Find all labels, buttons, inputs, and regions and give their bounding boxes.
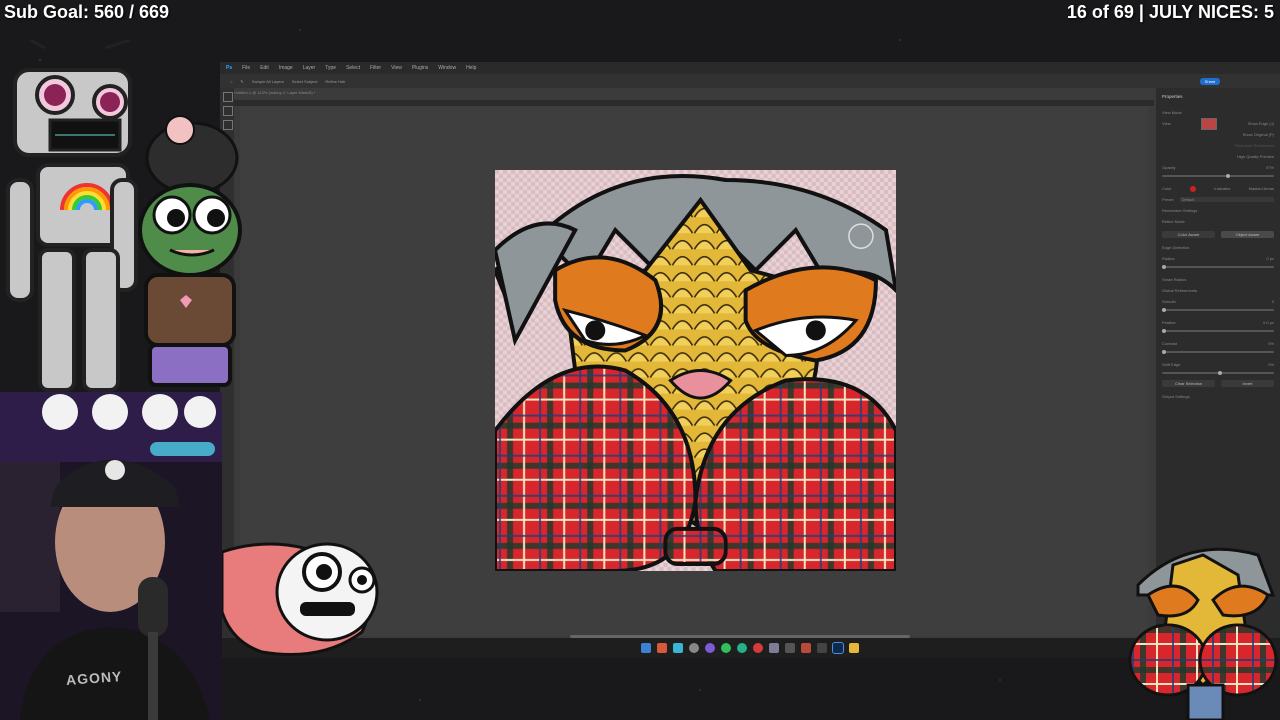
plaid-knot (663, 526, 728, 566)
menu-item-select[interactable]: Select (346, 65, 360, 71)
menu-item-edit[interactable]: Edit (260, 65, 269, 71)
smooth-value[interactable]: 0 (1272, 299, 1274, 304)
app-icon-10[interactable] (801, 643, 811, 653)
panel-title: Properties (1162, 94, 1183, 99)
menu-item-plugins[interactable]: Plugins (412, 65, 428, 71)
radius-slider[interactable] (1162, 265, 1274, 269)
remember-settings-checkbox[interactable]: Remember Settings (1162, 208, 1197, 213)
contrast-slider[interactable] (1162, 350, 1274, 354)
shift-edge-label: Shift Edge (1162, 362, 1181, 367)
share-button[interactable]: Share (1200, 78, 1220, 85)
app-icon-11[interactable] (817, 643, 827, 653)
menu-bar: Ps File Edit Image Layer Type Select Fil… (220, 62, 1280, 74)
color-label: Color (1162, 186, 1172, 191)
contrast-value[interactable]: 0% (1268, 341, 1274, 346)
photoshop-taskbar-icon[interactable] (832, 642, 844, 654)
radius-value[interactable]: 0 px (1266, 256, 1274, 261)
contrast-label: Contrast (1162, 341, 1178, 346)
show-original-checkbox[interactable]: Show Original (P) (1243, 132, 1274, 137)
preset-select[interactable]: Default (1179, 197, 1274, 202)
real-time-refinement-checkbox[interactable]: Real-time Refinement (1235, 143, 1274, 148)
menu-item-file[interactable]: File (242, 65, 250, 71)
indicates-select[interactable]: Masked Areas (1249, 186, 1274, 191)
sample-all-layers-checkbox[interactable]: Sample All Layers (252, 79, 284, 84)
fish-character (222, 542, 379, 656)
preset-label: Preset (1162, 197, 1174, 202)
color-aware-button[interactable]: Color Aware (1162, 231, 1215, 238)
indicates-label: Indicates (1214, 186, 1231, 191)
opacity-label: Opacity (1162, 165, 1176, 170)
sub-goal-overlay: Sub Goal: 560 / 669 (4, 2, 170, 22)
view-mode-label: View Mode (1162, 110, 1182, 115)
nices-counter-overlay: 16 of 69 | JULY NICES: 5 (1066, 2, 1274, 22)
refine-hair-button[interactable]: Refine Hair (325, 79, 345, 84)
global-refinements-label: Global Refinements (1162, 288, 1198, 293)
refine-mode-label: Refine Mode (1162, 219, 1185, 224)
app-icon-4[interactable] (705, 643, 715, 653)
select-subject-button[interactable]: Select Subject (292, 79, 318, 84)
robot-character (6, 40, 138, 392)
menu-item-image[interactable]: Image (279, 65, 293, 71)
app-icon-7[interactable] (753, 643, 763, 653)
smart-radius-checkbox[interactable]: Smart Radius (1162, 277, 1186, 282)
corn-character (1128, 547, 1278, 720)
app-icon-9[interactable] (785, 643, 795, 653)
menu-item-window[interactable]: Window (438, 65, 456, 71)
menu-item-view[interactable]: View (391, 65, 402, 71)
menu-item-filter[interactable]: Filter (370, 65, 381, 71)
feather-slider[interactable] (1162, 329, 1274, 333)
color-swatch[interactable] (1189, 185, 1196, 192)
app-icon-2[interactable] (673, 643, 683, 653)
artwork-canvas[interactable] (495, 170, 896, 571)
app-icon-5[interactable] (721, 643, 731, 653)
view-thumbnail[interactable] (1201, 117, 1218, 130)
app-icon-1[interactable] (657, 643, 667, 653)
left-pupil (585, 320, 606, 341)
feather-value[interactable]: 0.0 px (1263, 320, 1274, 325)
clear-selection-button[interactable]: Clear Selection (1162, 380, 1215, 387)
smooth-slider[interactable] (1162, 308, 1274, 312)
view-label: View (1162, 121, 1171, 126)
options-bar: ⌂ ✎ Sample All Layers Select Subject Ref… (220, 74, 1280, 88)
edge-detection-label: Edge Detection (1162, 245, 1190, 250)
home-icon[interactable]: ⌂ (230, 79, 232, 84)
shift-edge-slider[interactable] (1162, 371, 1274, 375)
brush-tool-icon[interactable] (223, 92, 233, 102)
opacity-slider[interactable] (1162, 174, 1274, 178)
invert-button[interactable]: Invert (1221, 380, 1274, 387)
ps-logo-icon[interactable]: Ps (226, 65, 232, 71)
feather-label: Feather (1162, 320, 1176, 325)
menu-item-help[interactable]: Help (466, 65, 476, 71)
start-icon[interactable] (641, 643, 651, 653)
show-edge-checkbox[interactable]: Show Edge (J) (1248, 121, 1274, 126)
menu-item-layer[interactable]: Layer (303, 65, 316, 71)
app-icon-6[interactable] (737, 643, 747, 653)
app-icon-3[interactable] (689, 643, 699, 653)
brush-icon[interactable]: ✎ (240, 79, 243, 84)
right-pupil (805, 320, 826, 341)
frog-character (138, 115, 242, 387)
shift-edge-value[interactable]: 0% (1268, 362, 1274, 367)
menu-item-type[interactable]: Type (325, 65, 336, 71)
high-quality-preview-checkbox[interactable]: High Quality Preview (1237, 154, 1274, 159)
radius-label: Radius (1162, 256, 1175, 261)
file-explorer-icon[interactable] (849, 643, 859, 653)
smooth-label: Smooth (1162, 299, 1176, 304)
output-settings-label[interactable]: Output Settings (1162, 394, 1190, 399)
object-aware-button[interactable]: Object Aware (1221, 231, 1274, 238)
document-tab[interactable]: Untitled-1 @ 113% (mabny 2, Layer Mask/8… (234, 90, 315, 98)
opacity-value[interactable]: 57% (1266, 165, 1274, 170)
app-icon-8[interactable] (769, 643, 779, 653)
